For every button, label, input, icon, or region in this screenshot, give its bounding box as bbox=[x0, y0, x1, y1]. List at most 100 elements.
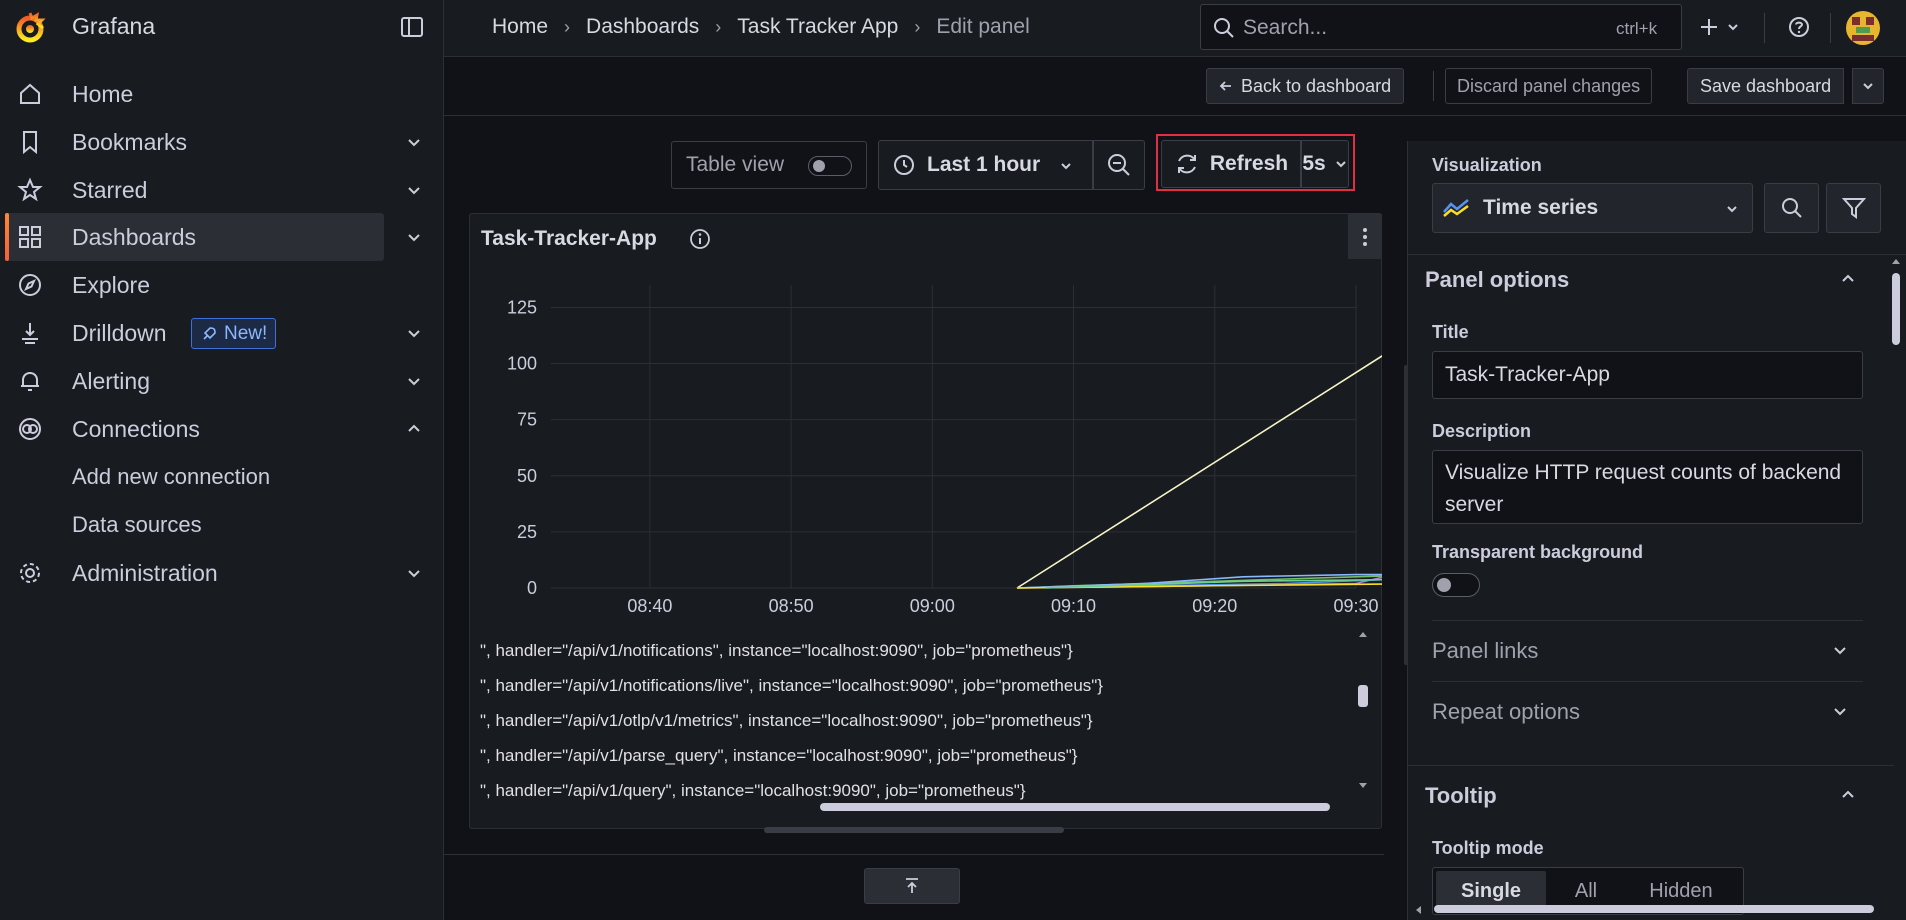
breadcrumb-current: Edit panel bbox=[936, 15, 1030, 38]
series-line bbox=[1016, 355, 1382, 589]
nav-sub-label: Data sources bbox=[72, 512, 202, 537]
help-icon[interactable] bbox=[1788, 16, 1810, 38]
panel-links-section[interactable]: Panel links bbox=[1432, 621, 1863, 681]
table-view-toggle[interactable]: Table view bbox=[671, 141, 867, 189]
visualization-label: Visualization bbox=[1432, 155, 1542, 175]
sidebar: Grafana Home Bookmarks Starred Dashboard… bbox=[0, 0, 444, 920]
nav-administration[interactable]: Administration bbox=[0, 549, 444, 597]
panel-title: Task-Tracker-App bbox=[481, 227, 657, 250]
breadcrumb-separator: › bbox=[914, 16, 921, 37]
scroll-thumb[interactable] bbox=[1434, 905, 1874, 913]
home-icon bbox=[20, 83, 40, 104]
legend-horizontal-scrollbar[interactable] bbox=[484, 800, 1350, 814]
search-icon bbox=[1781, 198, 1802, 218]
search-icon bbox=[1214, 18, 1234, 38]
action-bar: Back to dashboard Discard panel changes … bbox=[444, 57, 1906, 116]
scroll-thumb[interactable] bbox=[1892, 273, 1900, 345]
arrow-left-icon bbox=[1219, 81, 1231, 91]
panel-menu-button[interactable] bbox=[1348, 214, 1382, 259]
legend-item[interactable]: ", handler="/api/v1/parse_query", instan… bbox=[480, 746, 1352, 770]
filter-options-button[interactable] bbox=[1826, 183, 1881, 233]
scroll-thumb[interactable] bbox=[820, 803, 1330, 811]
refresh-button[interactable]: Refresh bbox=[1161, 140, 1301, 188]
chevron-down-icon[interactable] bbox=[405, 133, 423, 151]
new-menu-button[interactable] bbox=[1698, 10, 1748, 44]
nav-explore[interactable]: Explore bbox=[0, 261, 444, 309]
panel-resize-handle[interactable] bbox=[764, 827, 1064, 833]
breadcrumb-home[interactable]: Home bbox=[492, 15, 548, 39]
legend-item[interactable]: ", handler="/api/v1/notifications/live",… bbox=[480, 676, 1352, 700]
x-tick-label: 09:20 bbox=[1192, 596, 1237, 616]
tooltip-header[interactable]: Tooltip bbox=[1408, 766, 1894, 826]
refresh-label: Refresh bbox=[1209, 152, 1289, 175]
nav-drilldown[interactable]: Drilldown New! bbox=[0, 309, 444, 357]
save-options-button[interactable] bbox=[1852, 68, 1884, 104]
y-tick-label: 75 bbox=[517, 410, 537, 430]
save-dashboard-button[interactable]: Save dashboard bbox=[1687, 68, 1845, 104]
discard-panel-changes-button[interactable]: Discard panel changes bbox=[1445, 68, 1653, 104]
nav-label: Explore bbox=[72, 271, 150, 298]
legend-item[interactable]: ", handler="/api/v1/otlp/v1/metrics", in… bbox=[480, 711, 1352, 735]
legend-vertical-scrollbar[interactable] bbox=[1356, 628, 1370, 798]
avatar[interactable] bbox=[1846, 11, 1880, 45]
chevron-down-icon[interactable] bbox=[405, 228, 423, 246]
scroll-thumb[interactable] bbox=[1358, 685, 1368, 707]
time-series-chart[interactable]: 0255075100125 08:40 08:50 09:00 09:10 09:20 0… bbox=[469, 270, 1382, 635]
nav-starred[interactable]: Starred bbox=[0, 166, 444, 214]
chevron-up-icon[interactable] bbox=[405, 420, 423, 438]
divider bbox=[1764, 13, 1765, 43]
nav-label: Connections bbox=[72, 415, 200, 442]
time-range-picker[interactable]: Last 1 hour bbox=[878, 140, 1093, 190]
visualization-picker[interactable]: Time series bbox=[1432, 183, 1753, 233]
chevron-down-icon[interactable] bbox=[405, 564, 423, 582]
nav-connections[interactable]: Connections bbox=[0, 405, 444, 453]
chevron-down-icon[interactable] bbox=[405, 324, 423, 342]
back-to-dashboard-button[interactable]: Back to dashboard bbox=[1206, 68, 1405, 104]
options-horizontal-scrollbar[interactable] bbox=[1414, 902, 1894, 916]
nav-label: Home bbox=[72, 80, 134, 107]
legend: ", handler="/api/v1/notifications", inst… bbox=[469, 628, 1369, 806]
x-axis: 08:40 08:50 09:00 09:10 09:20 09:30 bbox=[627, 596, 1378, 616]
chevron-down-icon[interactable] bbox=[405, 372, 423, 390]
new-badge: New! bbox=[191, 318, 277, 349]
nav-bookmarks[interactable]: Bookmarks bbox=[0, 118, 444, 166]
refresh-interval-label: 5s bbox=[1302, 152, 1326, 175]
legend-item[interactable]: ", handler="/api/v1/notifications", inst… bbox=[480, 641, 1352, 665]
nav-add-new-connection[interactable]: Add new connection bbox=[0, 453, 444, 501]
divider bbox=[1830, 13, 1831, 43]
zoom-out-button[interactable] bbox=[1093, 140, 1145, 190]
nav-label: Dashboards bbox=[72, 223, 197, 250]
nav-alerting[interactable]: Alerting bbox=[0, 357, 444, 405]
breadcrumb-dashboard[interactable]: Task Tracker App bbox=[737, 15, 898, 39]
repeat-options-section[interactable]: Repeat options bbox=[1432, 682, 1863, 742]
back-label: Back to dashboard bbox=[1241, 75, 1392, 96]
brand: Grafana bbox=[0, 0, 444, 54]
visualization-value: Time series bbox=[1483, 196, 1599, 219]
nav-dashboards[interactable]: Dashboards bbox=[0, 213, 444, 261]
breadcrumb-dashboards[interactable]: Dashboards bbox=[586, 15, 699, 39]
search-options-button[interactable] bbox=[1764, 183, 1819, 233]
y-tick-label: 100 bbox=[507, 354, 537, 374]
nav-data-sources[interactable]: Data sources bbox=[0, 501, 444, 549]
transparent-background-switch[interactable] bbox=[1432, 573, 1480, 597]
description-textarea[interactable]: Visualize HTTP request counts of backend… bbox=[1432, 450, 1863, 524]
dock-menu-icon[interactable] bbox=[401, 17, 423, 37]
chevron-down-icon[interactable] bbox=[405, 181, 423, 199]
scroll-up-icon bbox=[1359, 632, 1367, 637]
refresh-interval-picker[interactable]: 5s bbox=[1301, 140, 1349, 188]
breadcrumb-separator: › bbox=[564, 16, 571, 37]
nav-label: Starred bbox=[72, 176, 148, 203]
drilldown-icon bbox=[22, 323, 38, 344]
expand-query-button[interactable] bbox=[864, 868, 960, 904]
x-tick-label: 09:30 bbox=[1333, 596, 1378, 616]
plus-icon bbox=[1701, 19, 1717, 35]
y-tick-label: 0 bbox=[527, 578, 537, 598]
nav-home[interactable]: Home bbox=[0, 70, 444, 118]
title-input[interactable]: Task-Tracker-App bbox=[1432, 351, 1863, 399]
info-icon[interactable] bbox=[689, 228, 711, 250]
search-bar[interactable]: Search... ctrl+k bbox=[1200, 4, 1682, 50]
grafana-logo-icon[interactable] bbox=[12, 10, 48, 46]
table-view-switch[interactable] bbox=[808, 156, 852, 176]
options-vertical-scrollbar[interactable] bbox=[1888, 255, 1903, 900]
panel-options-header[interactable]: Panel options bbox=[1408, 255, 1894, 307]
